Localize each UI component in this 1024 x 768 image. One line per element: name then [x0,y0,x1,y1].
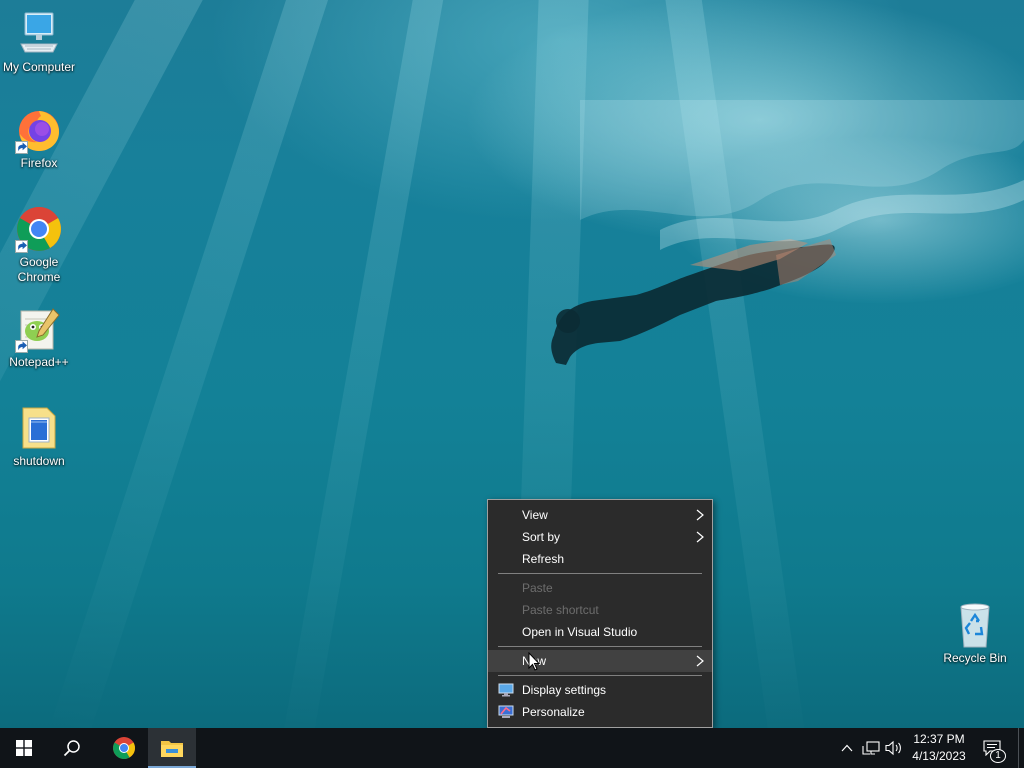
taskbar: 12:37 PM 4/13/2023 [0,728,1024,768]
volume-tray-button[interactable] [885,739,903,757]
personalize-icon [498,705,514,719]
desktop-icon-label: My Computer [2,60,76,74]
desktop-icon-label: Recycle Bin [943,651,1007,665]
menu-item-paste[interactable]: Paste [488,577,712,599]
desktop-icon-label: Notepad++ [9,355,69,369]
menu-item-label: Personalize [522,705,585,719]
network-tray-button[interactable] [862,739,880,757]
firefox-icon [15,106,63,154]
menu-separator [498,646,702,647]
clock-time: 12:37 PM [913,732,965,746]
clock-date: 4/13/2023 [912,749,966,763]
menu-item-view[interactable]: View [488,504,712,526]
display-settings-icon [498,683,514,697]
desktop-icon-google-chrome[interactable]: Google Chrome [1,205,77,285]
show-hidden-icons-button[interactable] [838,739,856,757]
batch-file-icon [15,404,63,452]
computer-icon [15,10,63,58]
chevron-right-icon [696,509,704,521]
menu-item-label: Display settings [522,683,607,697]
menu-item-personalize[interactable]: Personalize [488,701,712,723]
menu-item-label: Sort by [522,530,561,544]
desktop-icon-firefox[interactable]: Firefox [1,106,77,171]
desktop-context-menu: View Sort by Refresh Paste Paste shortcu… [487,499,713,728]
menu-item-label: Paste shortcut [522,603,599,617]
chevron-right-icon [696,531,704,543]
menu-item-new[interactable]: New [488,650,712,672]
windows-start-icon [16,740,32,756]
file-explorer-icon [161,741,183,757]
menu-item-paste-shortcut[interactable]: Paste shortcut [488,599,712,621]
taskbar-chrome-button[interactable] [100,728,148,768]
desktop-icon-recycle-bin[interactable]: Recycle Bin [937,601,1013,666]
menu-item-refresh[interactable]: Refresh [488,548,712,570]
notepad-plus-plus-icon [15,305,63,353]
search-button[interactable] [48,728,96,768]
notification-count-badge: 1 [990,749,1006,763]
menu-item-sort-by[interactable]: Sort by [488,526,712,548]
taskbar-clock[interactable]: 12:37 PM 4/13/2023 [906,731,972,765]
chevron-right-icon [696,655,704,667]
shortcut-arrow-icon [15,240,28,253]
show-desktop-button[interactable] [1018,728,1024,768]
menu-separator [498,675,702,676]
menu-item-display-settings[interactable]: Display settings [488,679,712,701]
speaker-icon [885,740,901,756]
desktop-icon-label: Firefox [20,156,58,170]
menu-separator [498,573,702,574]
mouse-cursor-icon [528,652,540,671]
recycle-bin-icon [951,601,999,649]
start-button[interactable] [0,728,48,768]
shortcut-arrow-icon [15,141,28,154]
light-ray [277,0,450,728]
menu-item-label: View [522,508,548,522]
menu-item-label: Open in Visual Studio [522,625,638,639]
chevron-up-icon [841,744,853,752]
chrome-icon [113,737,135,759]
network-icon [862,741,880,755]
shortcut-arrow-icon [15,340,28,353]
taskbar-file-explorer-button[interactable] [148,728,196,768]
menu-item-open-in-visual-studio[interactable]: Open in Visual Studio [488,621,712,643]
surface-foam [580,100,1024,250]
desktop-icon-shutdown[interactable]: shutdown [1,404,77,469]
desktop-icon-label: shutdown [13,454,65,468]
menu-item-label: Paste [522,581,553,595]
menu-item-label: Refresh [522,552,565,566]
chrome-icon [15,205,63,253]
search-icon [63,740,80,757]
desktop-icon-notepad-plus-plus[interactable]: Notepad++ [1,305,77,370]
desktop-icon-my-computer[interactable]: My Computer [1,10,77,75]
